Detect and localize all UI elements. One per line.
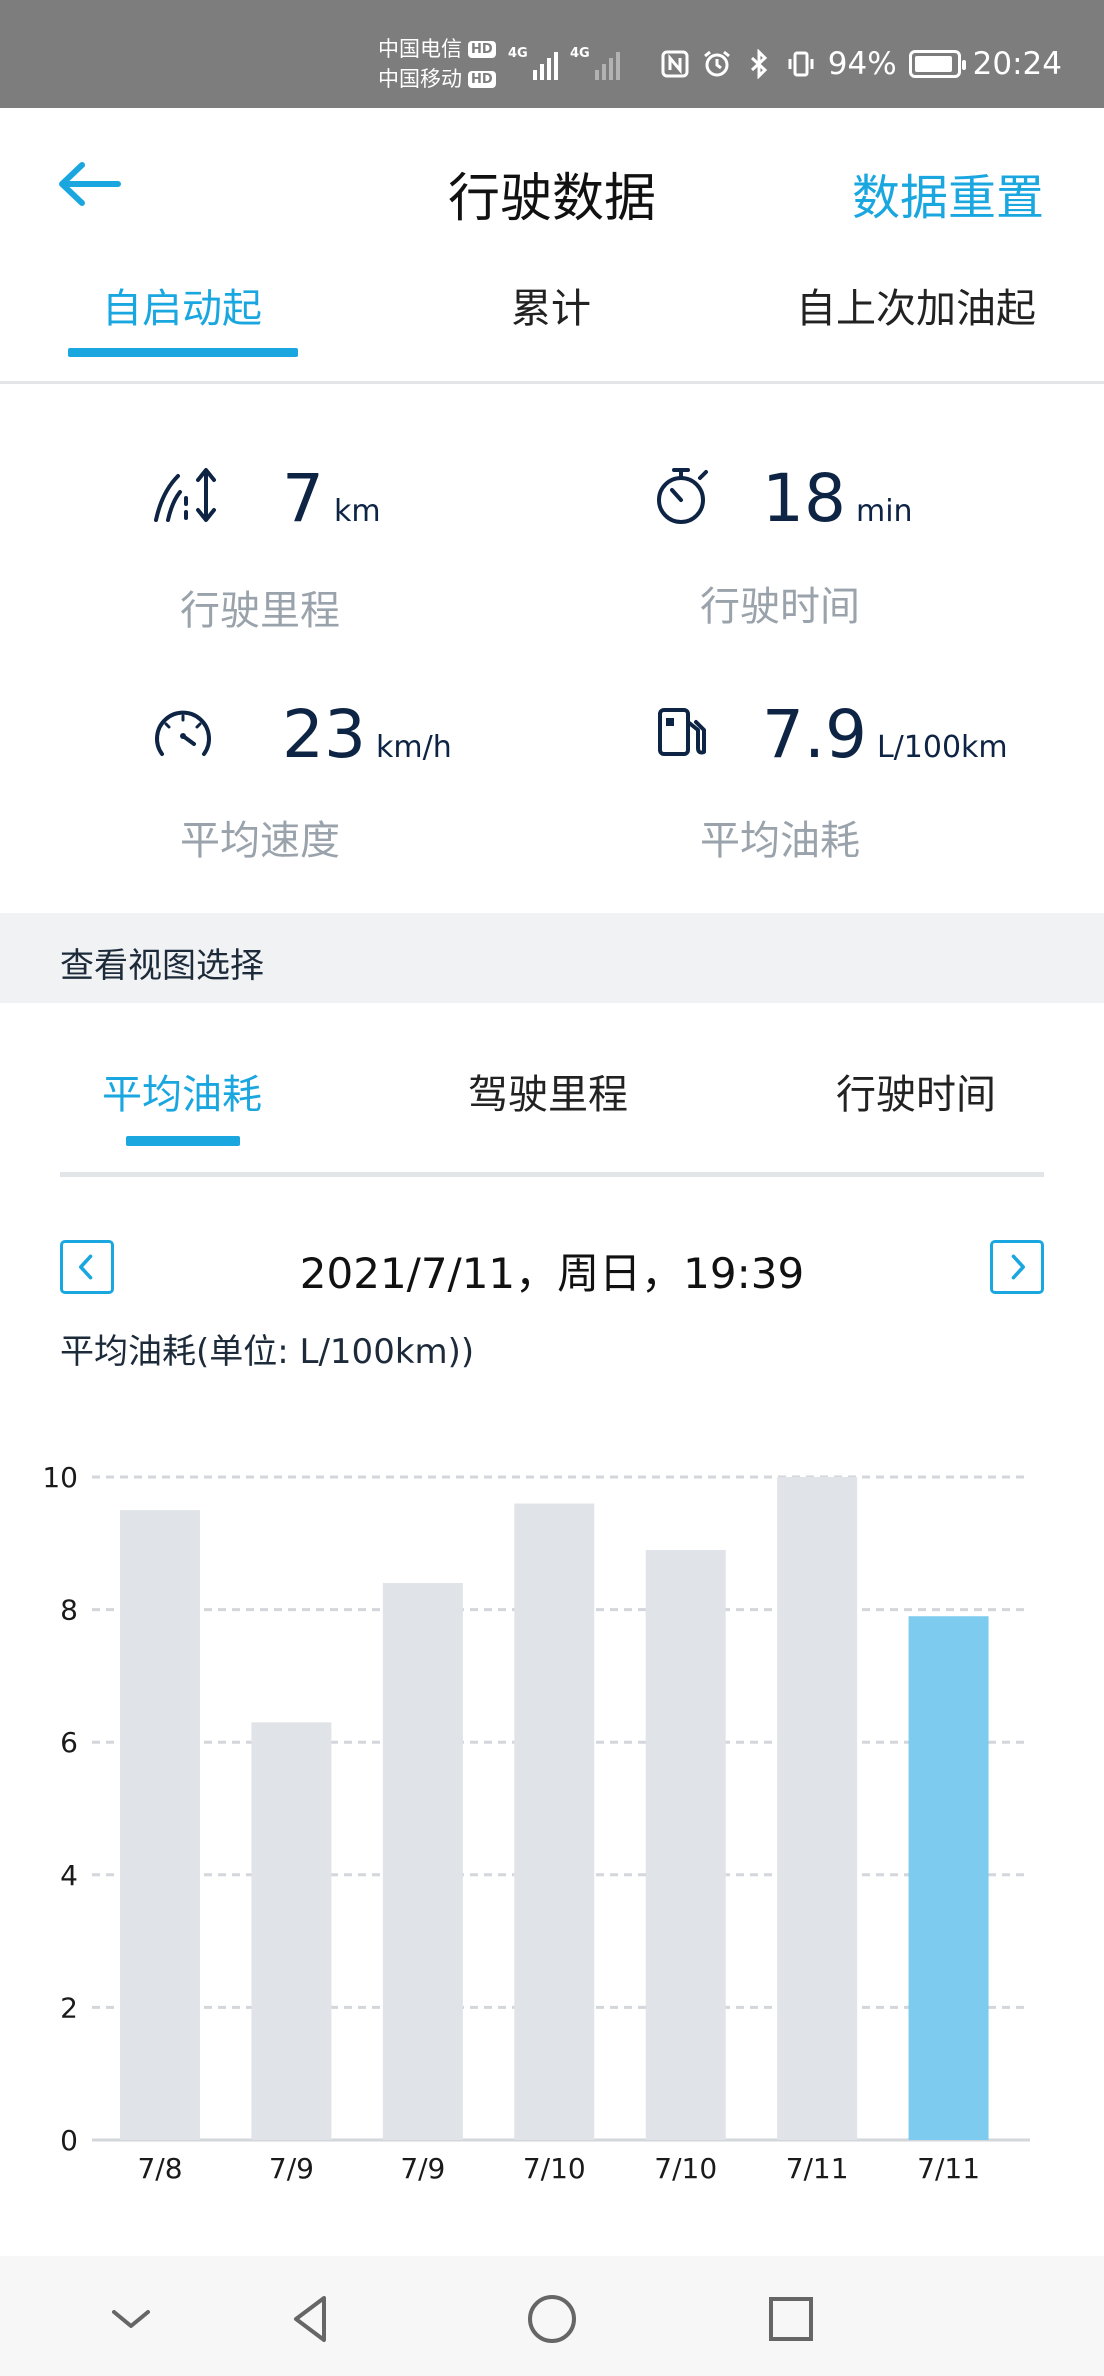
bar: [777, 1477, 858, 2140]
x-tick-label: 7/9: [400, 2152, 445, 2185]
x-tick-label: 7/8: [137, 2152, 182, 2185]
tab-since-start[interactable]: 自启动起: [102, 276, 262, 334]
road-distance-icon: [154, 468, 216, 522]
time-unit: min: [855, 494, 913, 529]
speed-unit: km/h: [375, 730, 452, 765]
speedometer-icon: [155, 710, 211, 756]
distance-unit: km: [334, 494, 381, 529]
distance-label: 行驶里程: [180, 588, 340, 634]
alarm-icon: [703, 50, 730, 77]
x-tick-label: 7/10: [654, 2152, 717, 2185]
status-icons: 94% 20:24: [660, 44, 1062, 84]
fuel-value: 7.9: [762, 696, 867, 773]
fuel-pump-icon: [658, 708, 706, 756]
y-tick-label: 0: [60, 2124, 78, 2157]
next-button[interactable]: [990, 1240, 1044, 1294]
signal-2-icon: 4G: [570, 46, 620, 80]
home-circle-icon[interactable]: [517, 2284, 587, 2354]
reset-data-button[interactable]: 数据重置: [852, 158, 1044, 228]
x-tick-label: 7/11: [786, 2152, 849, 2185]
distance-value: 7: [282, 460, 324, 537]
recent-square-icon[interactable]: [756, 2284, 826, 2354]
view-select-section: 查看视图选择: [0, 913, 1104, 1003]
period-tabs: 自启动起 累计 自上次加油起: [0, 268, 1104, 384]
tab-avg-fuel[interactable]: 平均油耗: [102, 1062, 262, 1120]
time-value: 18: [762, 460, 846, 537]
hd-badge: HD: [468, 40, 496, 58]
x-tick-label: 7/9: [269, 2152, 314, 2185]
x-tick-label: 7/11: [917, 2152, 980, 2185]
tab-cumulative[interactable]: 累计: [511, 276, 591, 334]
stopwatch-icon: [657, 468, 708, 524]
section-title: 查看视图选择: [60, 946, 264, 986]
tab-since-refuel[interactable]: 自上次加油起: [796, 276, 1036, 334]
app-header: 行驶数据 数据重置: [0, 108, 1104, 268]
y-tick-label: 2: [60, 1991, 78, 2024]
bluetooth-icon: [750, 49, 767, 79]
view-tabs-divider: [60, 1172, 1044, 1177]
battery-percent: 94%: [827, 46, 897, 82]
tab-active-indicator: [68, 348, 298, 357]
tab-driving-distance[interactable]: 驾驶里程: [468, 1062, 628, 1120]
bar: [382, 1583, 463, 2140]
status-bar: 中国电信 HD 中国移动 HD 4G 4G 94% 20:24: [0, 0, 1104, 108]
system-nav-bar: [0, 2256, 1104, 2376]
carrier-2: 中国移动: [378, 67, 462, 91]
fuel-consumption-chart: 0 2 4 6 8 10 7/8 7/9 7/9 7/10 7/10 7/11 7/11: [42, 1461, 1030, 2185]
nfc-icon: [661, 50, 689, 78]
tab-driving-time[interactable]: 行驶时间: [836, 1062, 996, 1120]
time-label: 行驶时间: [700, 584, 860, 630]
y-tick-label: 8: [60, 1594, 78, 1627]
network-type-1: 4G: [508, 46, 528, 61]
battery-icon: [908, 50, 966, 78]
selected-date: 2021/7/11，周日，19:39: [299, 1249, 805, 1298]
bar: [645, 1549, 726, 2140]
fuel-label: 平均油耗: [700, 818, 860, 864]
y-tick-label: 4: [60, 1859, 78, 1892]
hd-badge: HD: [468, 70, 496, 88]
carrier-info: 中国电信 HD 中国移动 HD: [378, 34, 496, 94]
bar: [120, 1510, 200, 2140]
bar: [251, 1722, 332, 2140]
network-type-2: 4G: [570, 46, 590, 61]
back-triangle-icon[interactable]: [276, 2284, 346, 2354]
clock: 20:24: [972, 46, 1062, 82]
view-tab-active-indicator: [126, 1136, 240, 1146]
y-tick-label: 6: [60, 1726, 78, 1759]
bar: [514, 1503, 595, 2140]
signal-1-icon: 4G: [508, 46, 558, 80]
speed-label: 平均速度: [180, 818, 340, 864]
fuel-unit: L/100km: [876, 730, 1008, 765]
carrier-1: 中国电信: [378, 37, 462, 61]
x-tick-label: 7/10: [523, 2152, 586, 2185]
chart-unit-label: 平均油耗(单位: L/100km)): [60, 1332, 475, 1372]
chevron-down-icon[interactable]: [96, 2284, 166, 2354]
y-tick-label: 10: [42, 1461, 78, 1494]
speed-value: 23: [282, 696, 366, 773]
bar: [908, 1616, 989, 2140]
vibrate-icon: [788, 51, 814, 77]
